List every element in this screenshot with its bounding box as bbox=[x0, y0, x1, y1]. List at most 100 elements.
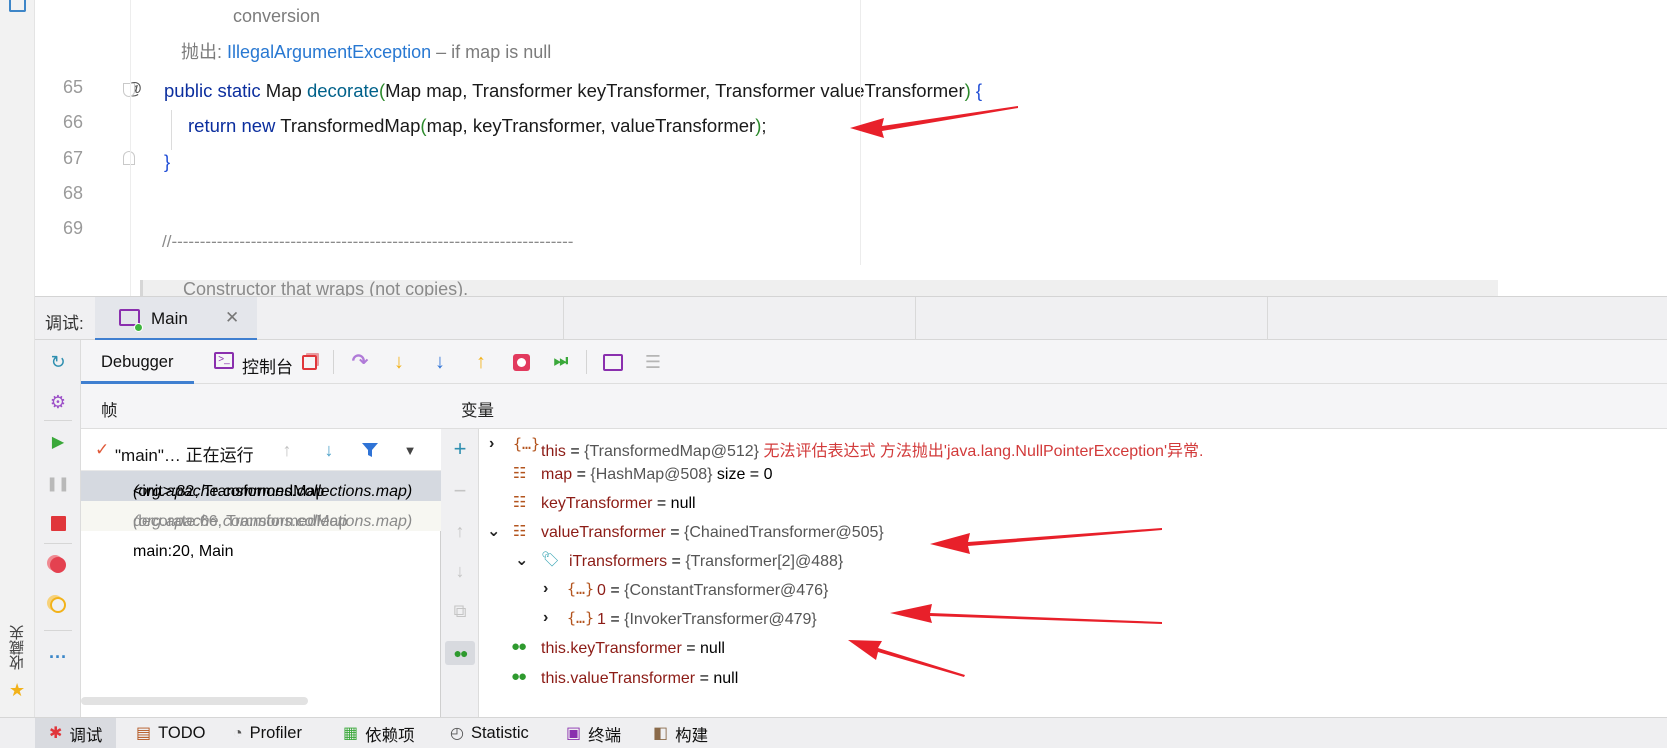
watch-glasses-icon: ●● bbox=[511, 638, 527, 655]
chevron-down-icon[interactable]: ⌄ bbox=[487, 521, 503, 541]
todo-list-icon: ▤ bbox=[136, 724, 152, 742]
code-line-66: return new TransformedMap(map, keyTransf… bbox=[188, 115, 767, 137]
close-icon[interactable]: ✕ bbox=[225, 308, 239, 328]
line-number: 69 bbox=[62, 218, 84, 238]
frame-row[interactable]: decorate:66, TransformedMap (org.apache.… bbox=[81, 501, 441, 531]
variable-value: {ConstantTransformer@476} bbox=[624, 582, 829, 599]
previous-frame-icon[interactable]: ↑ bbox=[276, 439, 298, 461]
stop-icon[interactable] bbox=[48, 513, 68, 533]
force-step-into-icon[interactable]: ↓ bbox=[428, 350, 452, 374]
toolbar-divider bbox=[44, 543, 72, 544]
watches-glasses-icon[interactable]: ●● bbox=[445, 641, 475, 665]
variables-panel: 变量 + − ↑ ↓ ⧉ ●● › {…} this = {Transforme… bbox=[441, 384, 1667, 717]
copy-icon[interactable]: ⧉ bbox=[448, 599, 472, 623]
pause-icon[interactable]: ❚❚ bbox=[46, 473, 69, 493]
variable-row-element-1[interactable]: › {…} 1 = {InvokerTransformer@479} bbox=[479, 605, 1667, 634]
settings-gear-icon[interactable]: ⚙ bbox=[48, 392, 68, 412]
frame-row[interactable]: <init>:82, TransformedMap (org.apache.co… bbox=[81, 471, 441, 501]
drop-frame-icon[interactable] bbox=[509, 350, 533, 374]
watch-row-keytransformer[interactable]: ●● this.keyTransformer = null bbox=[479, 634, 1667, 663]
tab-main[interactable]: Main ✕ bbox=[95, 297, 257, 341]
doc-conversion-text: conversion bbox=[233, 6, 321, 26]
more-icon[interactable]: ··· bbox=[48, 647, 68, 667]
doc-exception-link[interactable]: IllegalArgumentException bbox=[227, 42, 431, 62]
chevron-right-icon[interactable]: › bbox=[543, 609, 559, 627]
bug-icon: ✱ bbox=[49, 724, 63, 742]
trace-settings-icon[interactable]: ☰ bbox=[641, 350, 665, 374]
tool-window-build[interactable]: ◧ 构建 bbox=[653, 718, 708, 748]
tab-console[interactable]: 控制台 bbox=[242, 353, 293, 378]
step-out-icon[interactable]: ↑ bbox=[469, 350, 493, 374]
star-icon[interactable]: ★ bbox=[9, 680, 25, 701]
variable-equals: = bbox=[652, 495, 671, 512]
evaluate-expression-icon[interactable] bbox=[601, 350, 625, 374]
watch-name: this.valueTransformer bbox=[541, 670, 696, 687]
move-up-icon[interactable]: ↑ bbox=[448, 519, 472, 543]
mute-breakpoints-icon[interactable] bbox=[48, 595, 68, 615]
variable-name: keyTransformer bbox=[541, 495, 653, 512]
step-over-icon[interactable]: ↷ bbox=[348, 350, 372, 374]
variable-row-valuetransformer[interactable]: ⌄ ☷ valueTransformer = {ChainedTransform… bbox=[479, 518, 1667, 547]
variable-row-itransformers[interactable]: ⌄ 🏷 iTransformers = {Transformer[2]@488} bbox=[479, 547, 1667, 576]
chevron-right-icon[interactable]: › bbox=[543, 580, 559, 598]
tool-window-terminal[interactable]: ▣ 终端 bbox=[566, 718, 621, 748]
rerun-icon[interactable]: ↻ bbox=[48, 352, 68, 372]
frames-horizontal-scrollbar[interactable] bbox=[81, 697, 308, 705]
code-args: map, keyTransformer, valueTransformer bbox=[426, 115, 756, 136]
thread-label: "main"… 正在运行 bbox=[115, 446, 254, 465]
fold-end-icon[interactable] bbox=[123, 151, 135, 165]
code-type: Map bbox=[265, 80, 307, 101]
tool-window-label: Statistic bbox=[470, 724, 529, 742]
debug-title: 调试: bbox=[45, 314, 84, 333]
frame-row[interactable]: main:20, Main bbox=[81, 531, 441, 561]
variable-row-keytransformer[interactable]: ☷ keyTransformer = null bbox=[479, 489, 1667, 518]
variable-row-map[interactable]: ☷ map = {HashMap@508} size = 0 bbox=[479, 460, 1667, 489]
view-breakpoints-icon[interactable] bbox=[48, 555, 68, 575]
tool-window-debug[interactable]: ✱ 调试 bbox=[35, 718, 117, 748]
field-icon: ☷ bbox=[513, 493, 527, 511]
chevron-down-icon[interactable]: ▼ bbox=[399, 439, 421, 461]
bottom-tool-window-bar: ✱ 调试 ▤ TODO ◔ Profiler ▦ 依赖项 ◴ Statistic ▣ 终端 … bbox=[0, 717, 1667, 748]
variable-equals: = bbox=[605, 582, 625, 599]
toolbar-divider bbox=[586, 350, 587, 374]
add-watch-icon[interactable]: + bbox=[448, 437, 472, 461]
frame-package: (org.apache.commons.collections.map) bbox=[133, 513, 413, 530]
variable-value: {TransformedMap@512} bbox=[584, 443, 764, 460]
step-into-icon[interactable]: ↓ bbox=[387, 350, 411, 374]
debug-tool-window-header: 调试: Main ✕ bbox=[35, 296, 1667, 341]
statistic-pie-icon: ◴ bbox=[450, 724, 464, 742]
tab-debugger[interactable]: Debugger bbox=[81, 340, 194, 384]
tool-window-todo[interactable]: ▤ TODO bbox=[136, 718, 206, 748]
next-frame-icon[interactable]: ↓ bbox=[318, 439, 340, 461]
frame-package: (org.apache.commons.collections.map) bbox=[133, 483, 413, 500]
restore-layout-icon[interactable] bbox=[297, 350, 321, 374]
variable-name: 0 bbox=[597, 582, 606, 599]
project-icon[interactable] bbox=[9, 0, 26, 12]
thread-selector[interactable]: ✓ "main"… 正在运行 ↑ ↓ ▼ bbox=[81, 429, 441, 471]
code-editor[interactable]: 65 66 67 68 69 @ conversion 抛出: IllegalA… bbox=[0, 0, 1667, 299]
run-to-cursor-icon[interactable]: ⏭ bbox=[549, 350, 573, 374]
variable-equals: = bbox=[565, 443, 585, 460]
move-down-icon[interactable]: ↓ bbox=[448, 559, 472, 583]
doc-throws-label: 抛出: bbox=[181, 42, 223, 62]
tool-window-profiler[interactable]: ◔ Profiler bbox=[233, 718, 302, 748]
chevron-right-icon[interactable]: › bbox=[489, 435, 505, 453]
variable-row-this[interactable]: › {…} this = {TransformedMap@512} 无法评估表达… bbox=[479, 431, 1667, 460]
gutter-divider bbox=[130, 0, 131, 296]
resume-icon[interactable]: ▶ bbox=[48, 433, 68, 453]
tab-divider bbox=[1267, 297, 1268, 341]
editor-gutter: 65 66 67 68 69 @ bbox=[35, 0, 142, 296]
remove-watch-icon[interactable]: − bbox=[448, 479, 472, 503]
tool-window-dependencies[interactable]: ▦ 依赖项 bbox=[343, 718, 415, 748]
chevron-down-icon[interactable]: ⌄ bbox=[515, 550, 531, 570]
variable-name: map bbox=[541, 466, 573, 483]
watch-row-valuetransformer[interactable]: ●● this.valueTransformer = null bbox=[479, 664, 1667, 693]
filter-icon[interactable] bbox=[359, 439, 381, 461]
array-tag-icon: 🏷 bbox=[541, 551, 561, 568]
tool-window-label: 构建 bbox=[675, 726, 709, 745]
fold-start-icon[interactable] bbox=[123, 83, 135, 97]
frames-header-label: 帧 bbox=[101, 402, 118, 420]
tool-window-statistic[interactable]: ◴ Statistic bbox=[450, 718, 529, 748]
favorites-label[interactable]: 收藏夹 bbox=[7, 625, 29, 670]
variable-row-element-0[interactable]: › {…} 0 = {ConstantTransformer@476} bbox=[479, 576, 1667, 605]
